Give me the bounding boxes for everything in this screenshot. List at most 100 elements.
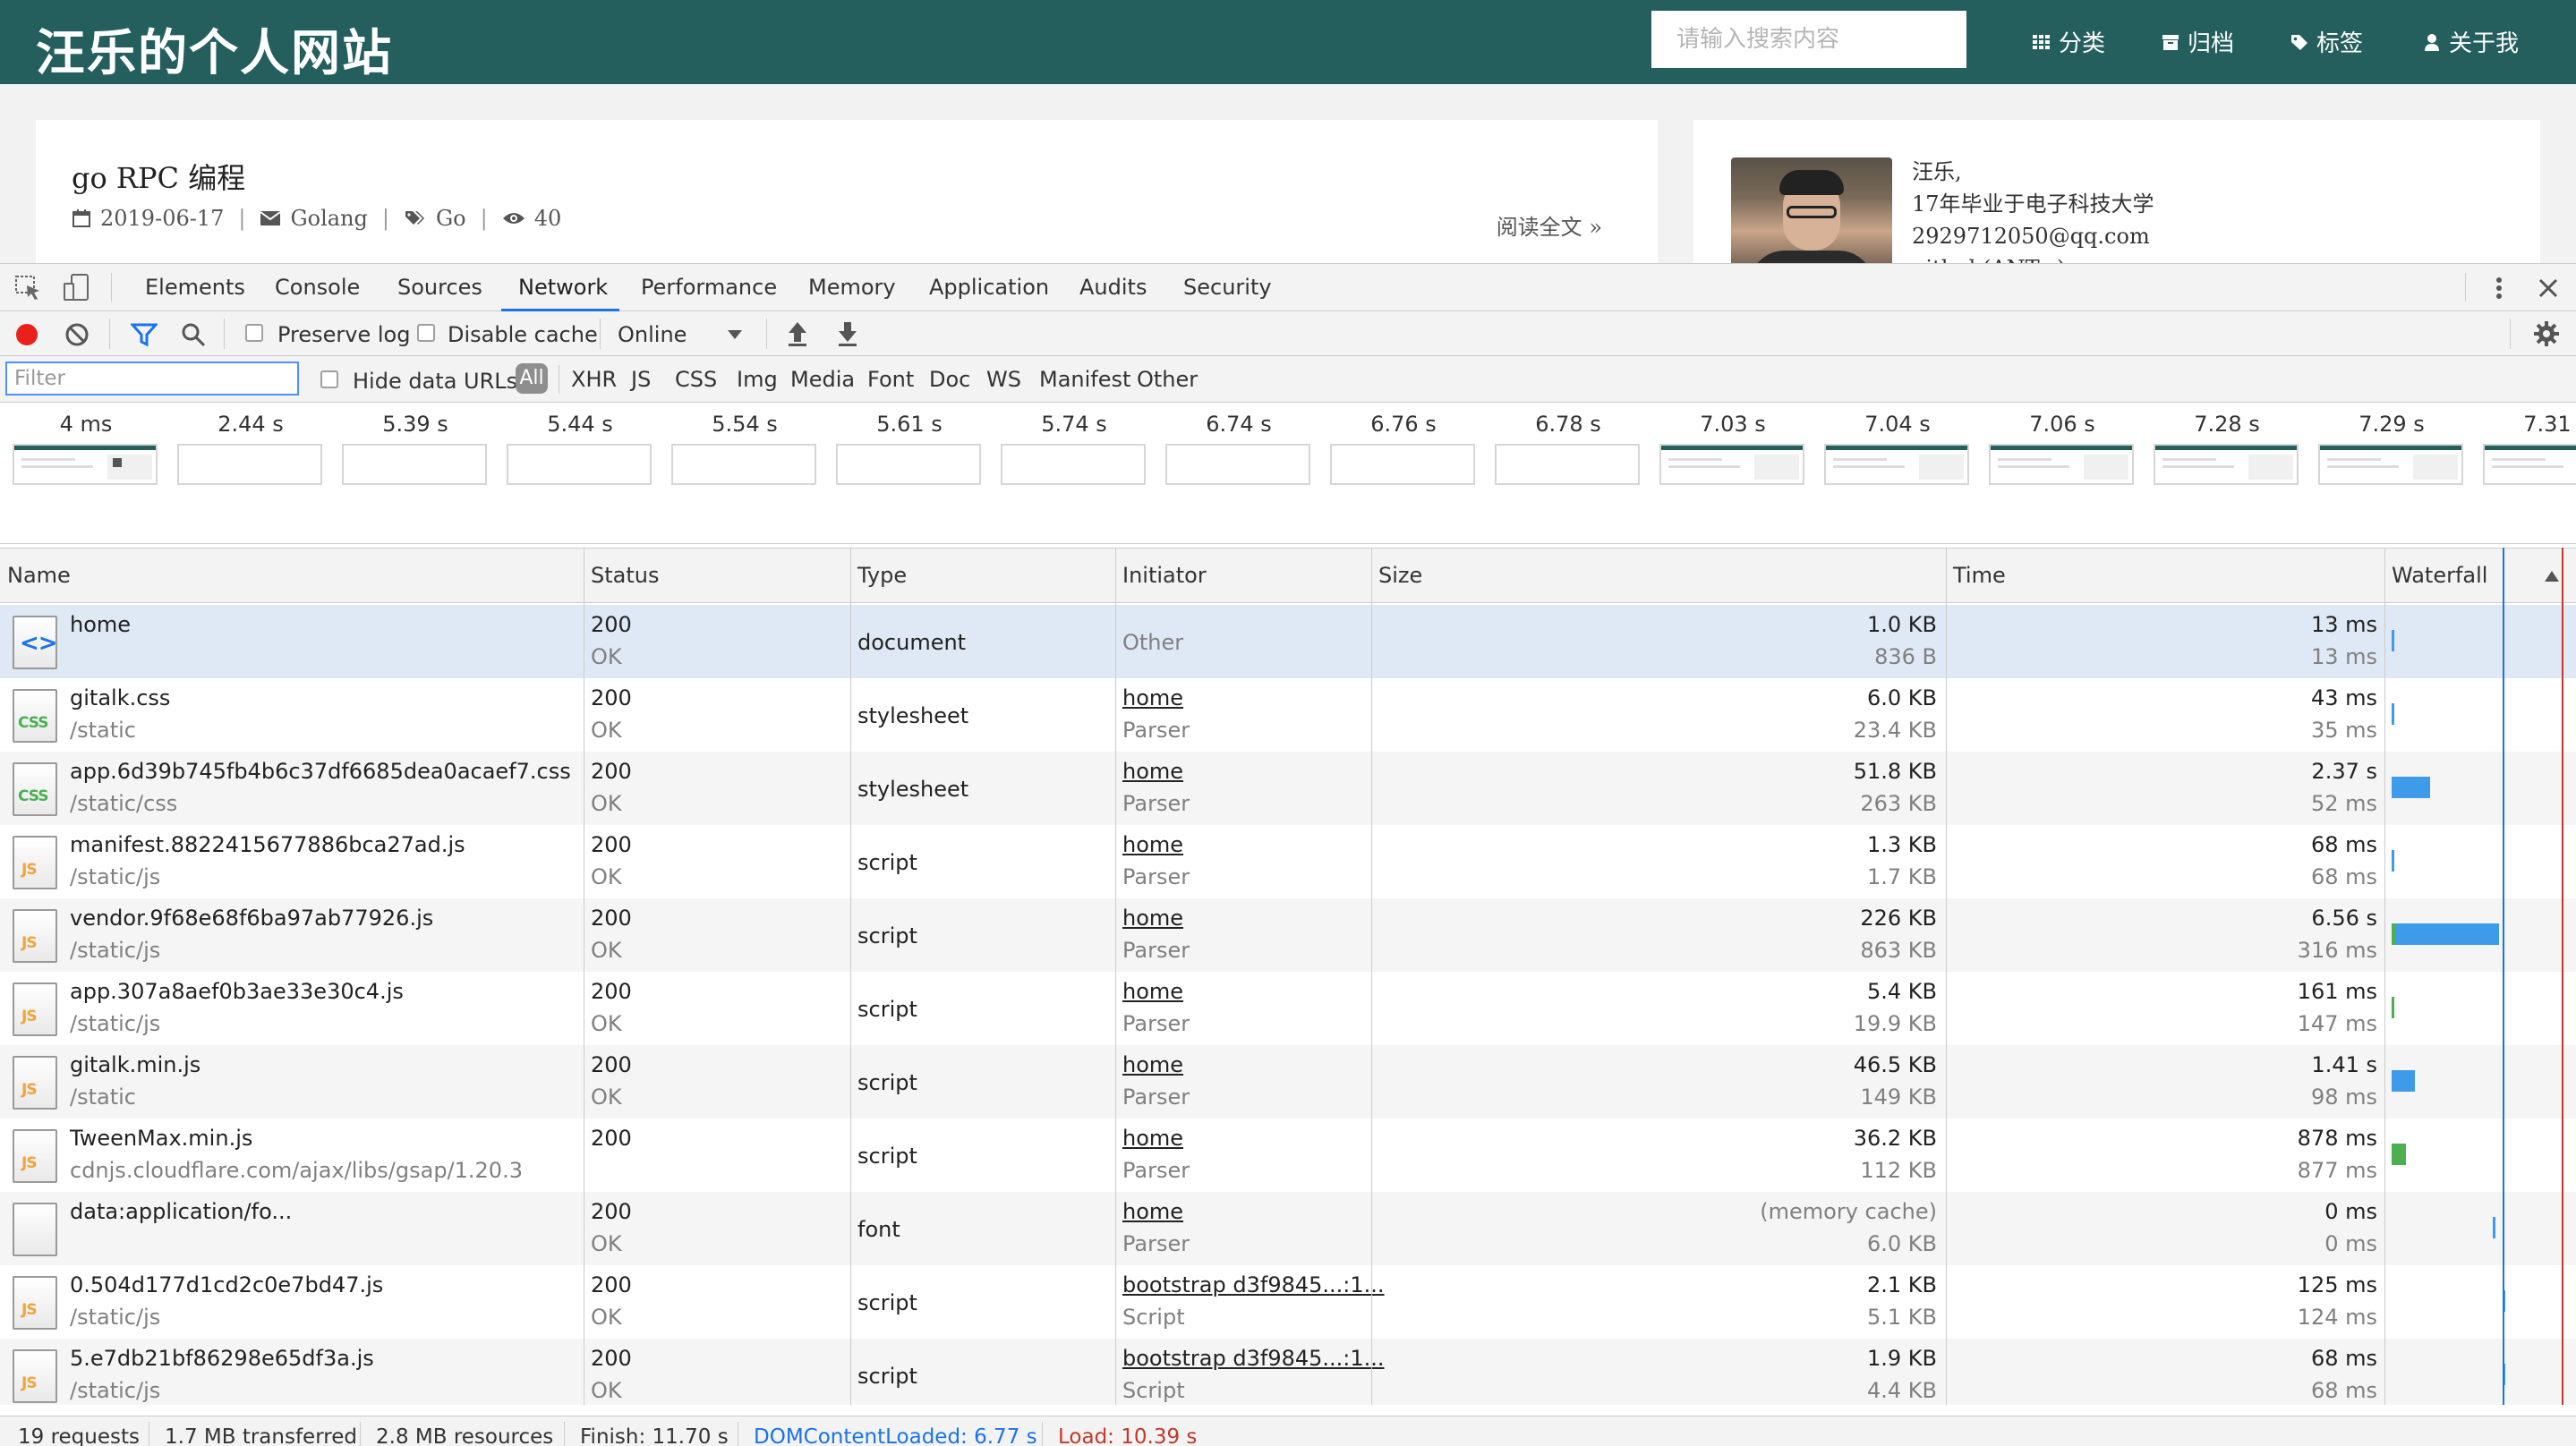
initiator-link[interactable]: home [1122,906,1183,931]
filter-type-img[interactable]: Img [737,367,778,392]
initiator-link[interactable]: home [1122,685,1183,710]
waterfall-download-bar[interactable] [2392,703,2394,725]
nav-about[interactable]: 关于我 [2422,25,2519,58]
request-name[interactable]: data:application/fo... [70,1199,292,1224]
nav-category[interactable]: 分类 [2032,25,2105,58]
tab-application[interactable]: Application [929,275,1049,300]
request-name[interactable]: TweenMax.min.js [70,1126,252,1151]
tab-performance[interactable]: Performance [641,275,777,300]
waterfall-download-bar[interactable] [2493,1217,2496,1238]
settings-gear-icon[interactable] [2533,320,2560,347]
tab-audits[interactable]: Audits [1079,275,1147,300]
clear-icon[interactable] [64,322,90,347]
initiator-link[interactable]: home [1122,1052,1183,1077]
more-options-icon[interactable] [2488,275,2510,302]
preserve-log-label[interactable]: Preserve log [277,322,410,347]
column-name[interactable]: Name [7,563,71,588]
table-row[interactable]: <> home 200 OK document Other 1.0 KB 836 B 13 ms… [0,605,2576,678]
initiator-link[interactable]: home [1122,832,1183,857]
request-name[interactable]: app.307a8aef0b3ae33e30c4.js [70,979,404,1004]
filter-type-other[interactable]: Other [1137,367,1198,392]
disable-cache-label[interactable]: Disable cache [448,322,598,347]
import-har-icon[interactable] [786,320,809,347]
table-row[interactable]: CSS gitalk.css/static 200 OK stylesheet home P… [0,678,2576,752]
column-status[interactable]: Status [591,563,659,588]
tab-memory[interactable]: Memory [808,275,896,300]
table-row[interactable]: CSS app.6d39b745fb4b6c37df6685dea0acaef7.… [0,752,2576,825]
nav-tags[interactable]: 标签 [2290,25,2363,58]
read-more-link[interactable]: 阅读全文 » [1497,209,1602,241]
record-icon[interactable] [14,322,39,347]
column-time[interactable]: Time [1953,563,2006,588]
chevron-down-icon[interactable] [727,329,743,340]
table-row[interactable]: JS manifest.8822415677886bca27ad.js/stati… [0,825,2576,898]
filter-type-xhr[interactable]: XHR [571,367,617,392]
filter-type-js[interactable]: JS [631,367,651,392]
hide-data-urls-label[interactable]: Hide data URLs [353,369,517,394]
column-waterfall[interactable]: Waterfall [2392,563,2487,588]
column-size[interactable]: Size [1378,563,1422,588]
filter-type-css[interactable]: CSS [675,367,717,392]
filter-type-ws[interactable]: WS [986,367,1021,392]
request-name[interactable]: 0.504d177d1cd2c0e7bd47.js [70,1272,383,1297]
tab-elements[interactable]: Elements [145,275,245,300]
profile-github[interactable]: github(ANT...) [1912,252,2154,263]
column-initiator[interactable]: Initiator [1122,563,1207,588]
filter-type-media[interactable]: Media [790,367,855,392]
site-search-input[interactable] [1651,11,1966,68]
waterfall-download-bar[interactable] [2392,777,2431,798]
tab-console[interactable]: Console [275,275,360,300]
filter-input[interactable] [5,362,299,396]
initiator-link[interactable]: home [1122,1199,1183,1224]
filter-type-font[interactable]: Font [867,367,914,392]
initiator-link[interactable]: home [1122,759,1183,784]
waterfall-waiting-bar[interactable] [2392,997,2394,1018]
request-name[interactable]: gitalk.min.js [70,1052,200,1077]
waterfall-download-bar[interactable] [2392,630,2394,651]
table-row[interactable]: JS 0.504d177d1cd2c0e7bd47.js/static/js 200… [0,1265,2576,1339]
request-name[interactable]: manifest.8822415677886bca27ad.js [70,832,465,857]
column-type[interactable]: Type [857,563,907,588]
tab-sources[interactable]: Sources [397,275,482,300]
waterfall-download-bar[interactable] [2394,923,2499,945]
post-title[interactable]: go RPC 编程 [72,156,245,197]
inspect-element-icon[interactable] [14,275,43,302]
table-row[interactable]: JS app.307a8aef0b3ae33e30c4.js/static/js 2… [0,972,2576,1045]
disable-cache-checkbox[interactable] [417,324,435,342]
request-name[interactable]: vendor.9f68e68f6ba97ab77926.js [70,906,433,931]
device-toolbar-icon[interactable] [63,273,91,303]
hide-data-urls-checkbox[interactable] [320,370,338,388]
request-name[interactable]: 5.e7db21bf86298e65df3a.js [70,1346,374,1371]
filter-type-all[interactable]: All [516,363,548,394]
table-row[interactable]: JS 5.e7db21bf86298e65df3a.js/static/js 200… [0,1339,2576,1405]
post-tag[interactable]: Go [436,206,466,231]
sort-ascending-icon[interactable] [2544,570,2560,583]
waterfall-download-bar[interactable] [2392,850,2394,872]
post-category[interactable]: Golang [290,206,367,231]
initiator-link[interactable]: bootstrap d3f9845...:1... [1122,1272,1385,1297]
waterfall-download-bar[interactable] [2392,1070,2415,1092]
filter-type-doc[interactable]: Doc [929,367,970,392]
export-har-icon[interactable] [836,320,859,347]
tab-security[interactable]: Security [1183,275,1272,300]
initiator-link[interactable]: home [1122,1126,1183,1151]
filter-icon[interactable] [131,322,158,347]
filter-type-manifest[interactable]: Manifest [1039,367,1130,392]
site-title[interactable]: 汪乐的个人网站 [36,13,393,84]
initiator-link[interactable]: bootstrap d3f9845...:1... [1122,1346,1385,1371]
waterfall-waiting-bar[interactable] [2392,1144,2407,1165]
table-row[interactable]: JS gitalk.min.js/static 200 OK script home Par… [0,1045,2576,1119]
table-row[interactable]: data:application/fo... 200 OK font home Parse… [0,1192,2576,1265]
search-icon[interactable] [181,322,206,347]
tab-network[interactable]: Network [518,275,608,300]
nav-archive[interactable]: 归档 [2161,25,2234,58]
initiator-link[interactable]: home [1122,979,1183,1004]
request-name[interactable]: gitalk.css [70,685,170,710]
close-icon[interactable] [2537,276,2560,300]
table-row[interactable]: JS TweenMax.min.js cdnjs.cloudflare.com/aj… [0,1119,2576,1192]
preserve-log-checkbox[interactable] [245,324,263,342]
throttle-select[interactable]: Online [618,322,687,347]
request-name[interactable]: home [70,612,131,637]
table-row[interactable]: JS vendor.9f68e68f6ba97ab77926.js/static/… [0,898,2576,972]
request-name[interactable]: app.6d39b745fb4b6c37df6685dea0acaef7.css [70,759,571,784]
